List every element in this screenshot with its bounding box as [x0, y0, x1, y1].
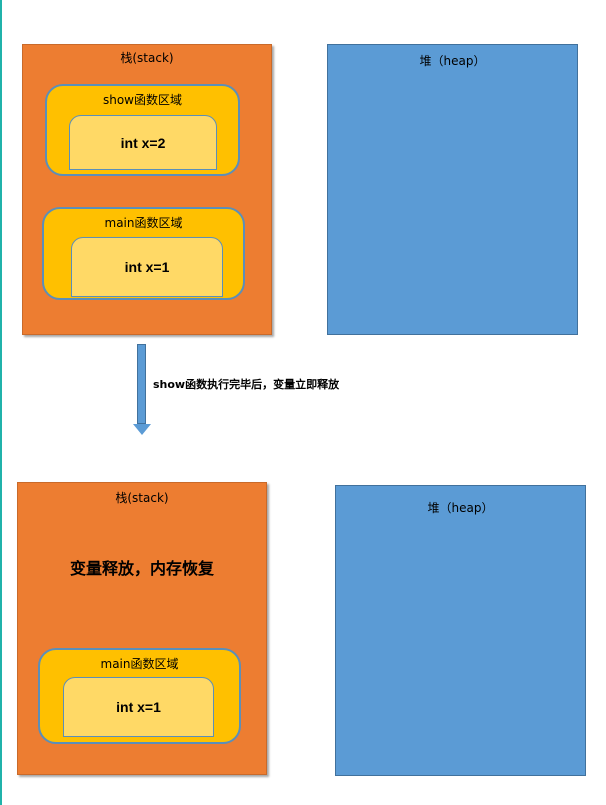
heap-box-after: 堆（heap） [335, 485, 586, 776]
down-arrow-head [133, 424, 151, 435]
show-function-title: show函数区域 [102, 93, 182, 107]
main-function-region: main函数区域 int x=1 [42, 207, 245, 300]
stack-title: 栈(stack) [115, 491, 169, 505]
variable-box: int x=2 [69, 115, 217, 170]
stack-box-after: 栈(stack) 变量释放，内存恢复 main函数区域 int x=1 [17, 482, 267, 775]
variable-box: int x=1 [71, 237, 223, 297]
arrow-label: show函数执行完毕后，变量立即释放 [153, 378, 340, 391]
variable-box: int x=1 [63, 677, 214, 737]
heap-box-before: 堆（heap） [327, 44, 578, 335]
stack-box-before: 栈(stack) show函数区域 int x=2 main函数区域 int x… [22, 44, 272, 335]
main-function-region: main函数区域 int x=1 [38, 648, 241, 744]
down-arrow [137, 344, 146, 424]
stack-title: 栈(stack) [120, 51, 174, 65]
heap-title: 堆（heap） [419, 54, 486, 68]
heap-title: 堆（heap） [427, 501, 494, 515]
main-function-title: main函数区域 [104, 216, 183, 230]
show-function-region: show函数区域 int x=2 [45, 84, 240, 176]
memory-restored-message: 变量释放，内存恢复 [69, 559, 214, 578]
main-function-title: main函数区域 [100, 657, 179, 671]
page-left-border [0, 0, 2, 805]
